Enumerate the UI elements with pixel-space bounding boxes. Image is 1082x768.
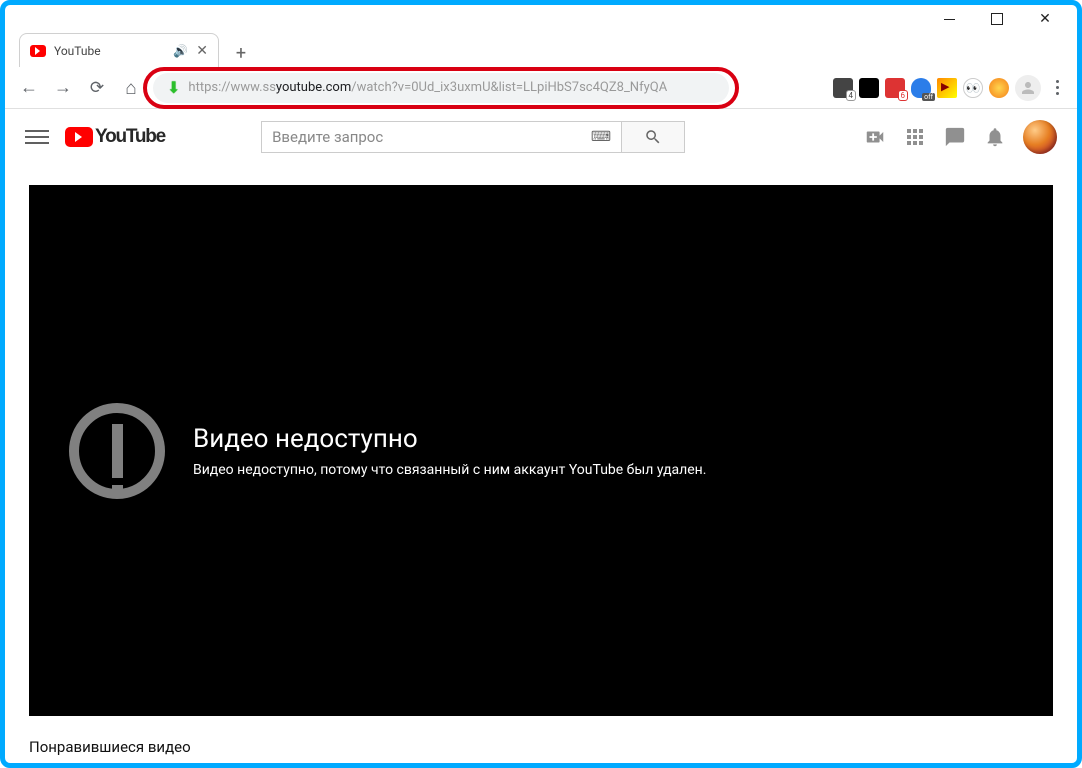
forward-button[interactable] [49, 74, 77, 102]
search-placeholder: Введите запрос [272, 128, 383, 146]
download-arrow-icon: ⬇ [167, 78, 180, 97]
playlist-info: Понравившиеся видео Ограниченный доступ … [29, 716, 1053, 768]
tab-title: YouTube [54, 44, 101, 58]
tab-close-button[interactable]: ✕ [196, 43, 208, 59]
page-content: Видео недоступно Видео недоступно, потом… [5, 165, 1077, 768]
search-button[interactable] [621, 121, 685, 153]
browser-tab[interactable]: YouTube 🔊 ✕ [19, 33, 219, 67]
tab-audio-icon[interactable]: 🔊 [173, 44, 188, 58]
notifications-button[interactable] [983, 125, 1007, 149]
search-form: Введите запрос ⌨ [261, 121, 685, 153]
home-button[interactable] [117, 74, 145, 102]
back-button[interactable] [15, 74, 43, 102]
browser-menu-button[interactable] [1047, 80, 1067, 95]
url-text: https://www.ssyoutube.com/watch?v=0Ud_ix… [188, 80, 667, 95]
search-input[interactable]: Введите запрос ⌨ [261, 121, 621, 153]
maximize-button[interactable] [975, 5, 1019, 33]
extension-icon[interactable] [989, 78, 1009, 98]
keyboard-icon[interactable]: ⌨ [591, 129, 611, 145]
apps-button[interactable] [903, 125, 927, 149]
tab-strip: YouTube 🔊 ✕ + [5, 33, 1077, 67]
create-video-button[interactable] [863, 125, 887, 149]
extension-icon[interactable] [833, 78, 853, 98]
hamburger-menu-button[interactable] [25, 125, 49, 149]
youtube-logo[interactable]: YouTube [65, 126, 165, 148]
video-player-error: Видео недоступно Видео недоступно, потом… [29, 185, 1053, 716]
address-bar-wrapper: ⬇ https://www.ssyoutube.com/watch?v=0Ud_… [153, 73, 729, 103]
playlist-meta: Ограниченный доступ KPdd - 217 видео из … [29, 764, 1053, 768]
extension-icon[interactable] [859, 78, 879, 98]
extension-icon[interactable] [937, 78, 957, 98]
reload-button[interactable] [83, 74, 111, 102]
profile-button[interactable] [1015, 75, 1041, 101]
extension-icon[interactable] [963, 78, 983, 98]
error-text: Видео недоступно Видео недоступно, потом… [193, 424, 706, 478]
error-icon [69, 403, 165, 499]
youtube-logo-icon [65, 127, 93, 147]
error-message: Видео недоступно, потому что связанный с… [193, 462, 706, 478]
window-titlebar [5, 5, 1077, 33]
playlist-title: Понравившиеся видео [29, 738, 1053, 756]
privacy-badge: Ограниченный доступ [29, 764, 166, 768]
extension-icon[interactable] [911, 78, 931, 98]
browser-window: YouTube 🔊 ✕ + ⬇ https://www.ssyoutube.co… [0, 0, 1082, 768]
close-window-button[interactable] [1023, 5, 1067, 33]
address-bar[interactable]: ⬇ https://www.ssyoutube.com/watch?v=0Ud_… [153, 73, 729, 103]
new-tab-button[interactable]: + [227, 39, 255, 67]
youtube-header: YouTube Введите запрос ⌨ [5, 109, 1077, 165]
account-avatar[interactable] [1023, 120, 1057, 154]
youtube-logo-text: YouTube [95, 126, 165, 148]
youtube-favicon-icon [30, 45, 46, 57]
error-title: Видео недоступно [193, 424, 706, 454]
minimize-button[interactable] [927, 5, 971, 33]
browser-toolbar: ⬇ https://www.ssyoutube.com/watch?v=0Ud_… [5, 67, 1077, 109]
extension-icon[interactable] [885, 78, 905, 98]
messages-button[interactable] [943, 125, 967, 149]
